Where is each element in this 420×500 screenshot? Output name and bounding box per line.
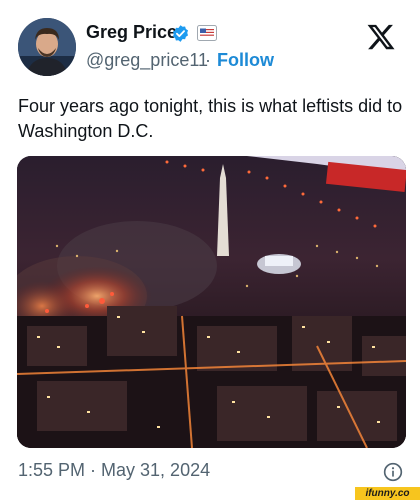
avatar[interactable] (18, 18, 76, 76)
tweet-timestamp[interactable]: 1:55 PM · May 31, 2024 (18, 460, 210, 481)
follow-button[interactable]: Follow (217, 50, 274, 71)
verified-badge-icon (172, 25, 189, 42)
author-handle[interactable]: @greg_price11 (86, 50, 208, 71)
tweet-card: Greg Price @greg_price11 · Follow Four y… (0, 0, 420, 500)
handle-separator: · (205, 50, 211, 70)
author-name[interactable]: Greg Price (86, 22, 177, 43)
ifunny-watermark: ifunny.co (355, 487, 420, 500)
us-flag-icon (197, 25, 217, 41)
tweet-image[interactable] (17, 156, 406, 448)
info-icon[interactable] (383, 462, 403, 482)
x-logo-icon[interactable] (366, 22, 396, 52)
tweet-text: Four years ago tonight, this is what lef… (18, 96, 403, 141)
